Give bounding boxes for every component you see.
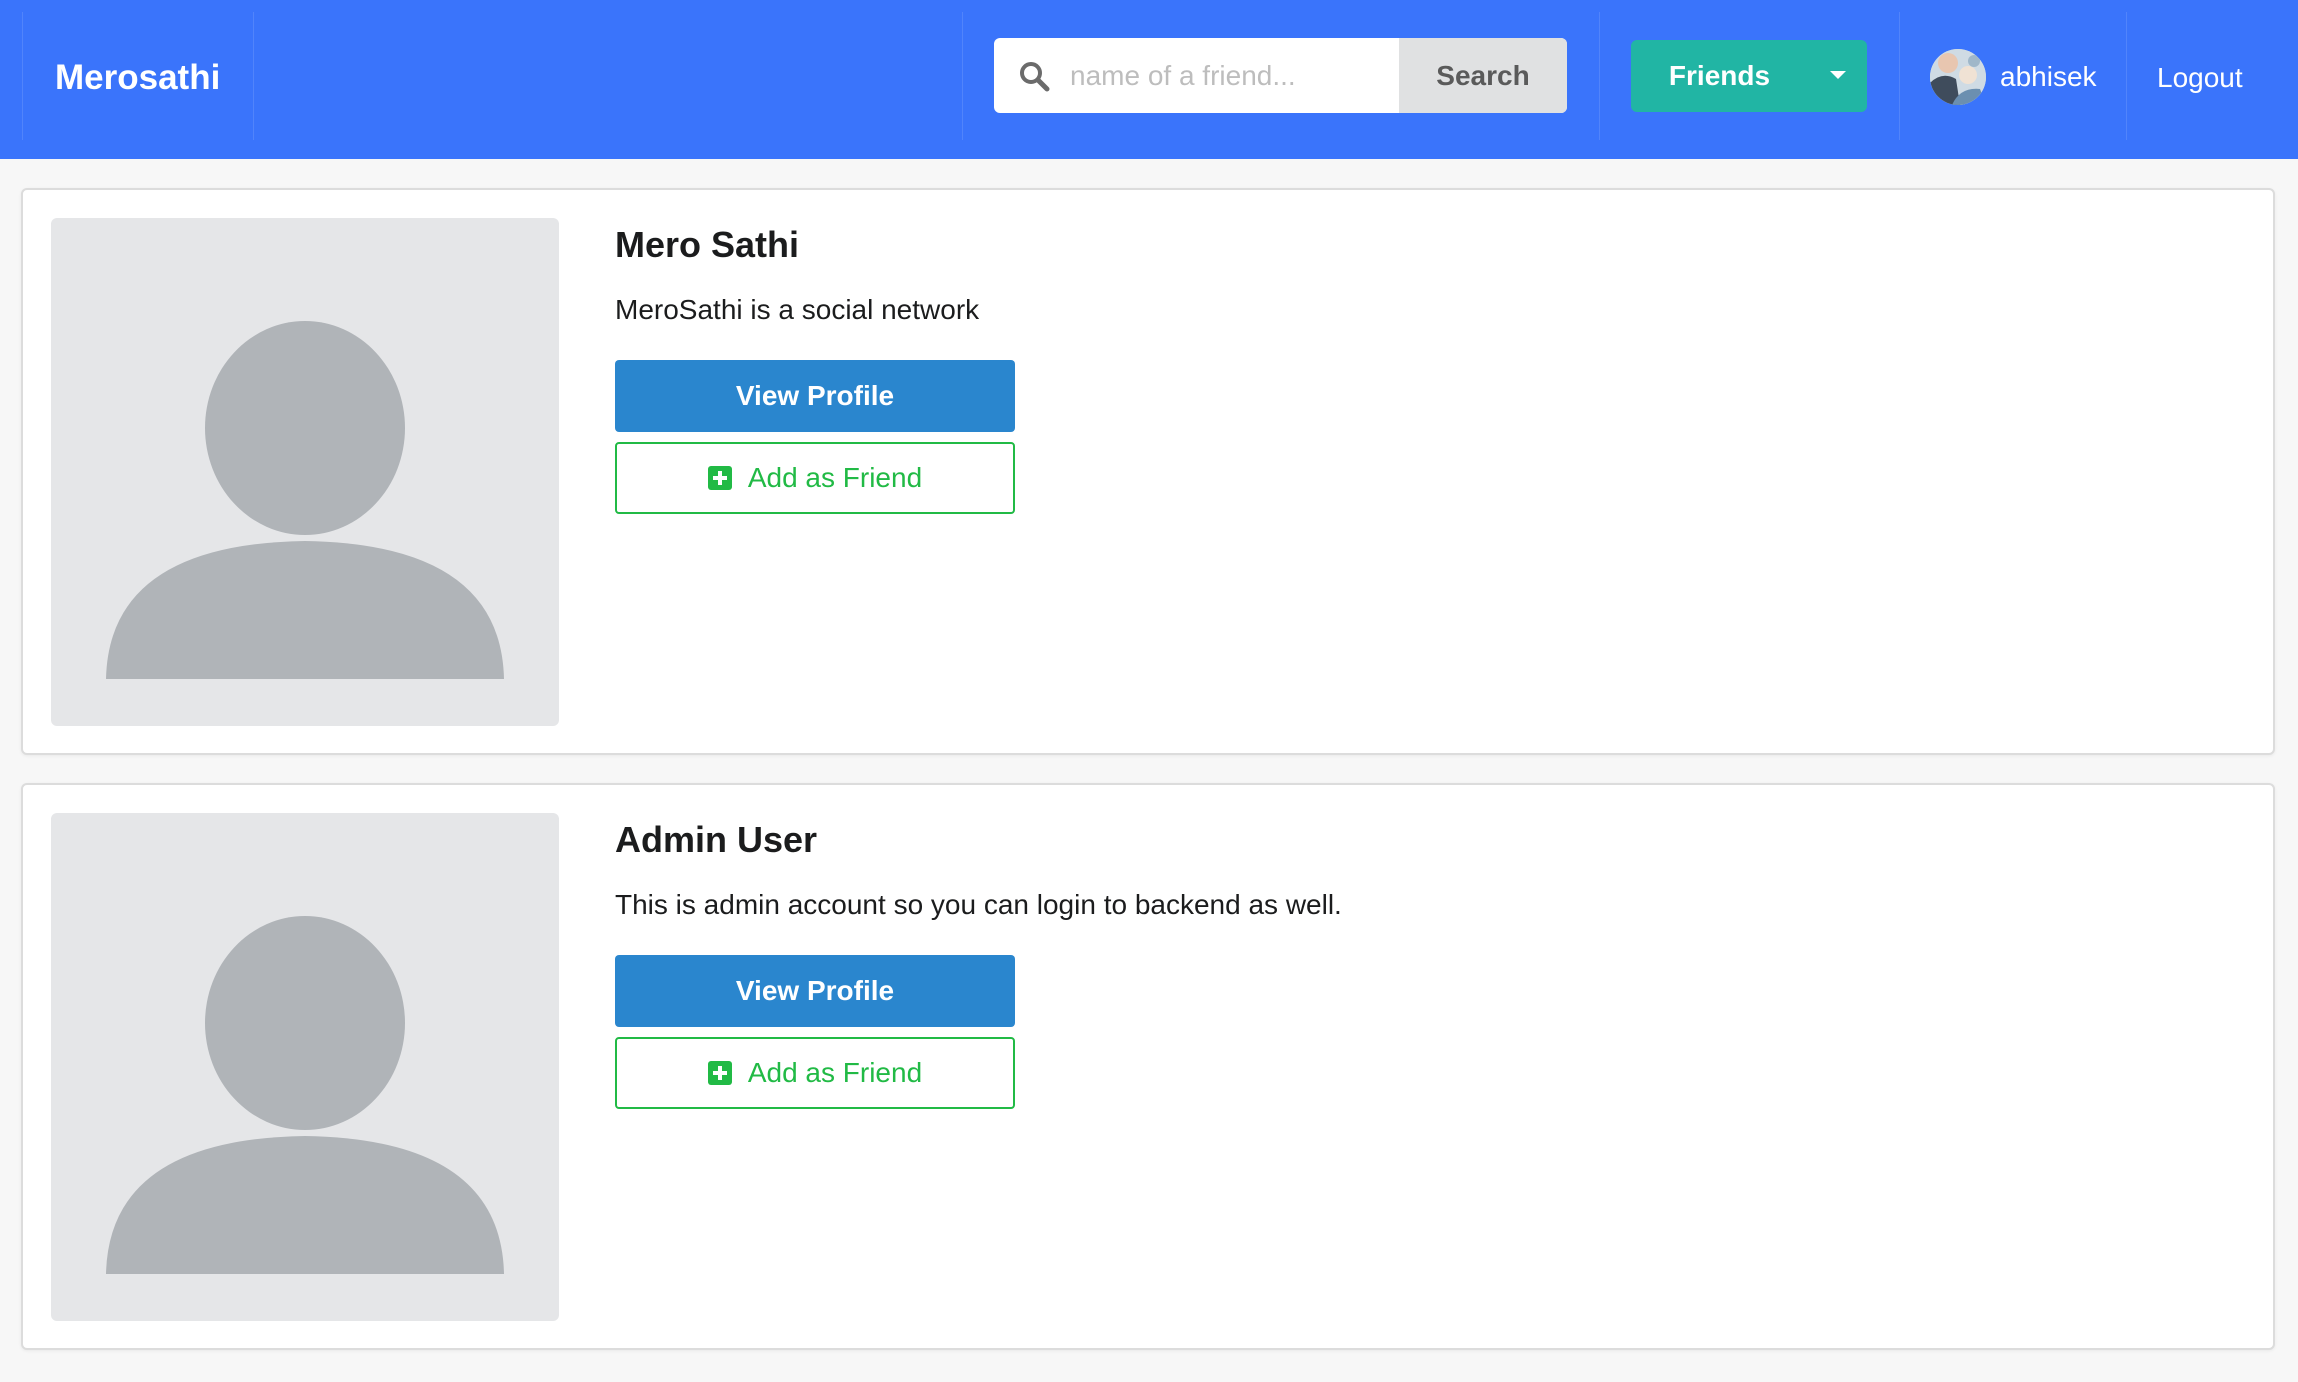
search-icon [1020, 62, 1050, 92]
nav-divider [22, 12, 23, 140]
plus-square-icon [707, 1061, 732, 1085]
card-title[interactable]: Mero Sathi [615, 224, 799, 266]
user-card: Admin User This is admin account so you … [21, 783, 2275, 1350]
card-title[interactable]: Admin User [615, 819, 817, 861]
user-menu[interactable]: abhisek [1930, 46, 2097, 108]
avatar-image [1930, 49, 1986, 105]
card-description: This is admin account so you can login t… [615, 889, 1342, 920]
add-friend-label: Add as Friend [747, 1057, 923, 1088]
logout-link[interactable]: Logout [2157, 0, 2243, 155]
friends-dropdown-label: Friends [1668, 60, 1771, 91]
add-friend-button[interactable]: Add as Friend [615, 442, 1015, 514]
search-button[interactable]: Search [1399, 38, 1567, 113]
caret-down-icon [1830, 71, 1846, 79]
nav-divider [1899, 12, 1900, 140]
search-form: Search [994, 38, 1567, 113]
view-profile-button[interactable]: View Profile [615, 360, 1015, 432]
user-silhouette-icon [106, 321, 504, 679]
username-label: abhisek [2000, 61, 2097, 92]
nav-divider [962, 12, 963, 140]
plus-square-icon [707, 466, 732, 490]
add-friend-button[interactable]: Add as Friend [615, 1037, 1015, 1109]
nav-divider [1599, 12, 1600, 140]
avatar [1930, 49, 1986, 105]
top-navbar: Merosathi Search Friends [0, 0, 2298, 159]
brand-logo[interactable]: Merosathi [55, 0, 220, 155]
profile-placeholder-image [51, 813, 559, 1321]
user-card: Mero Sathi MeroSathi is a social network… [21, 188, 2275, 755]
search-input[interactable] [1070, 38, 1390, 113]
card-description: MeroSathi is a social network [615, 294, 980, 325]
profile-placeholder-image [51, 218, 559, 726]
friends-dropdown[interactable]: Friends [1631, 40, 1867, 112]
nav-divider [2126, 12, 2127, 140]
search-field [994, 38, 1399, 113]
add-friend-label: Add as Friend [747, 462, 923, 493]
nav-divider [253, 12, 254, 140]
view-profile-button[interactable]: View Profile [615, 955, 1015, 1027]
user-silhouette-icon [106, 916, 504, 1274]
